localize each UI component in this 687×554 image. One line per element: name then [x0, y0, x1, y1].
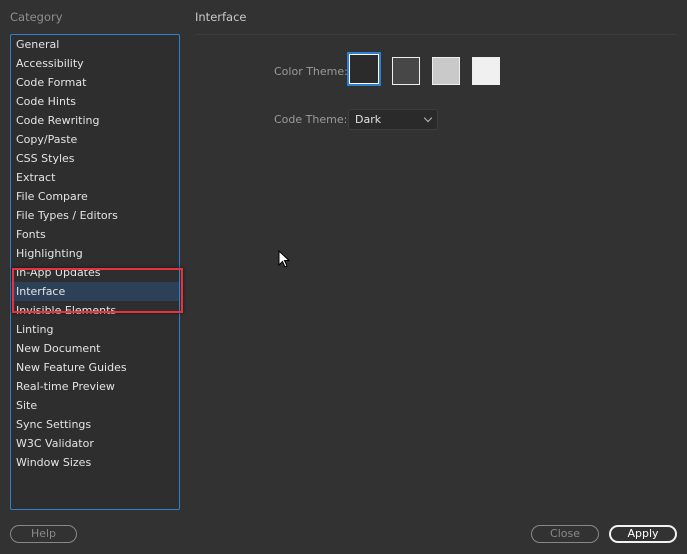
color-theme-light[interactable] [432, 57, 460, 85]
color-theme-darkest[interactable] [347, 52, 381, 86]
sidebar-item-extract[interactable]: Extract [11, 168, 179, 187]
color-theme-dark[interactable] [392, 57, 420, 85]
sidebar-item-copy-paste[interactable]: Copy/Paste [11, 130, 179, 149]
code-theme-value: Dark [355, 113, 382, 126]
highlight-box [12, 268, 183, 313]
sidebar-item-code-rewriting[interactable]: Code Rewriting [11, 111, 179, 130]
sidebar-item-file-compare[interactable]: File Compare [11, 187, 179, 206]
page-title: Interface [195, 10, 247, 24]
sidebar-item-general[interactable]: General [11, 35, 179, 54]
chevron-down-icon [423, 113, 433, 123]
sidebar-item-site[interactable]: Site [11, 396, 179, 415]
divider [195, 34, 677, 35]
color-theme-label: Color Theme: [274, 65, 348, 78]
sidebar-item-file-types-editors[interactable]: File Types / Editors [11, 206, 179, 225]
sidebar-item-css-styles[interactable]: CSS Styles [11, 149, 179, 168]
sidebar-item-window-sizes[interactable]: Window Sizes [11, 453, 179, 472]
sidebar-item-real-time-preview[interactable]: Real-time Preview [11, 377, 179, 396]
code-theme-dropdown[interactable]: Dark [348, 109, 438, 130]
color-theme-lightest[interactable] [472, 57, 500, 85]
sidebar-item-linting[interactable]: Linting [11, 320, 179, 339]
sidebar-item-code-hints[interactable]: Code Hints [11, 92, 179, 111]
help-button[interactable]: Help [10, 525, 77, 543]
close-button[interactable]: Close [531, 525, 599, 543]
apply-button[interactable]: Apply [609, 525, 677, 543]
sidebar-item-w3c-validator[interactable]: W3C Validator [11, 434, 179, 453]
sidebar-item-accessibility[interactable]: Accessibility [11, 54, 179, 73]
sidebar-item-highlighting[interactable]: Highlighting [11, 244, 179, 263]
mouse-cursor-icon [278, 250, 290, 268]
code-theme-label: Code Theme: [274, 113, 348, 126]
sidebar-item-new-document[interactable]: New Document [11, 339, 179, 358]
category-label: Category [10, 10, 63, 24]
sidebar-item-new-feature-guides[interactable]: New Feature Guides [11, 358, 179, 377]
sidebar-item-sync-settings[interactable]: Sync Settings [11, 415, 179, 434]
sidebar-item-fonts[interactable]: Fonts [11, 225, 179, 244]
sidebar-item-code-format[interactable]: Code Format [11, 73, 179, 92]
